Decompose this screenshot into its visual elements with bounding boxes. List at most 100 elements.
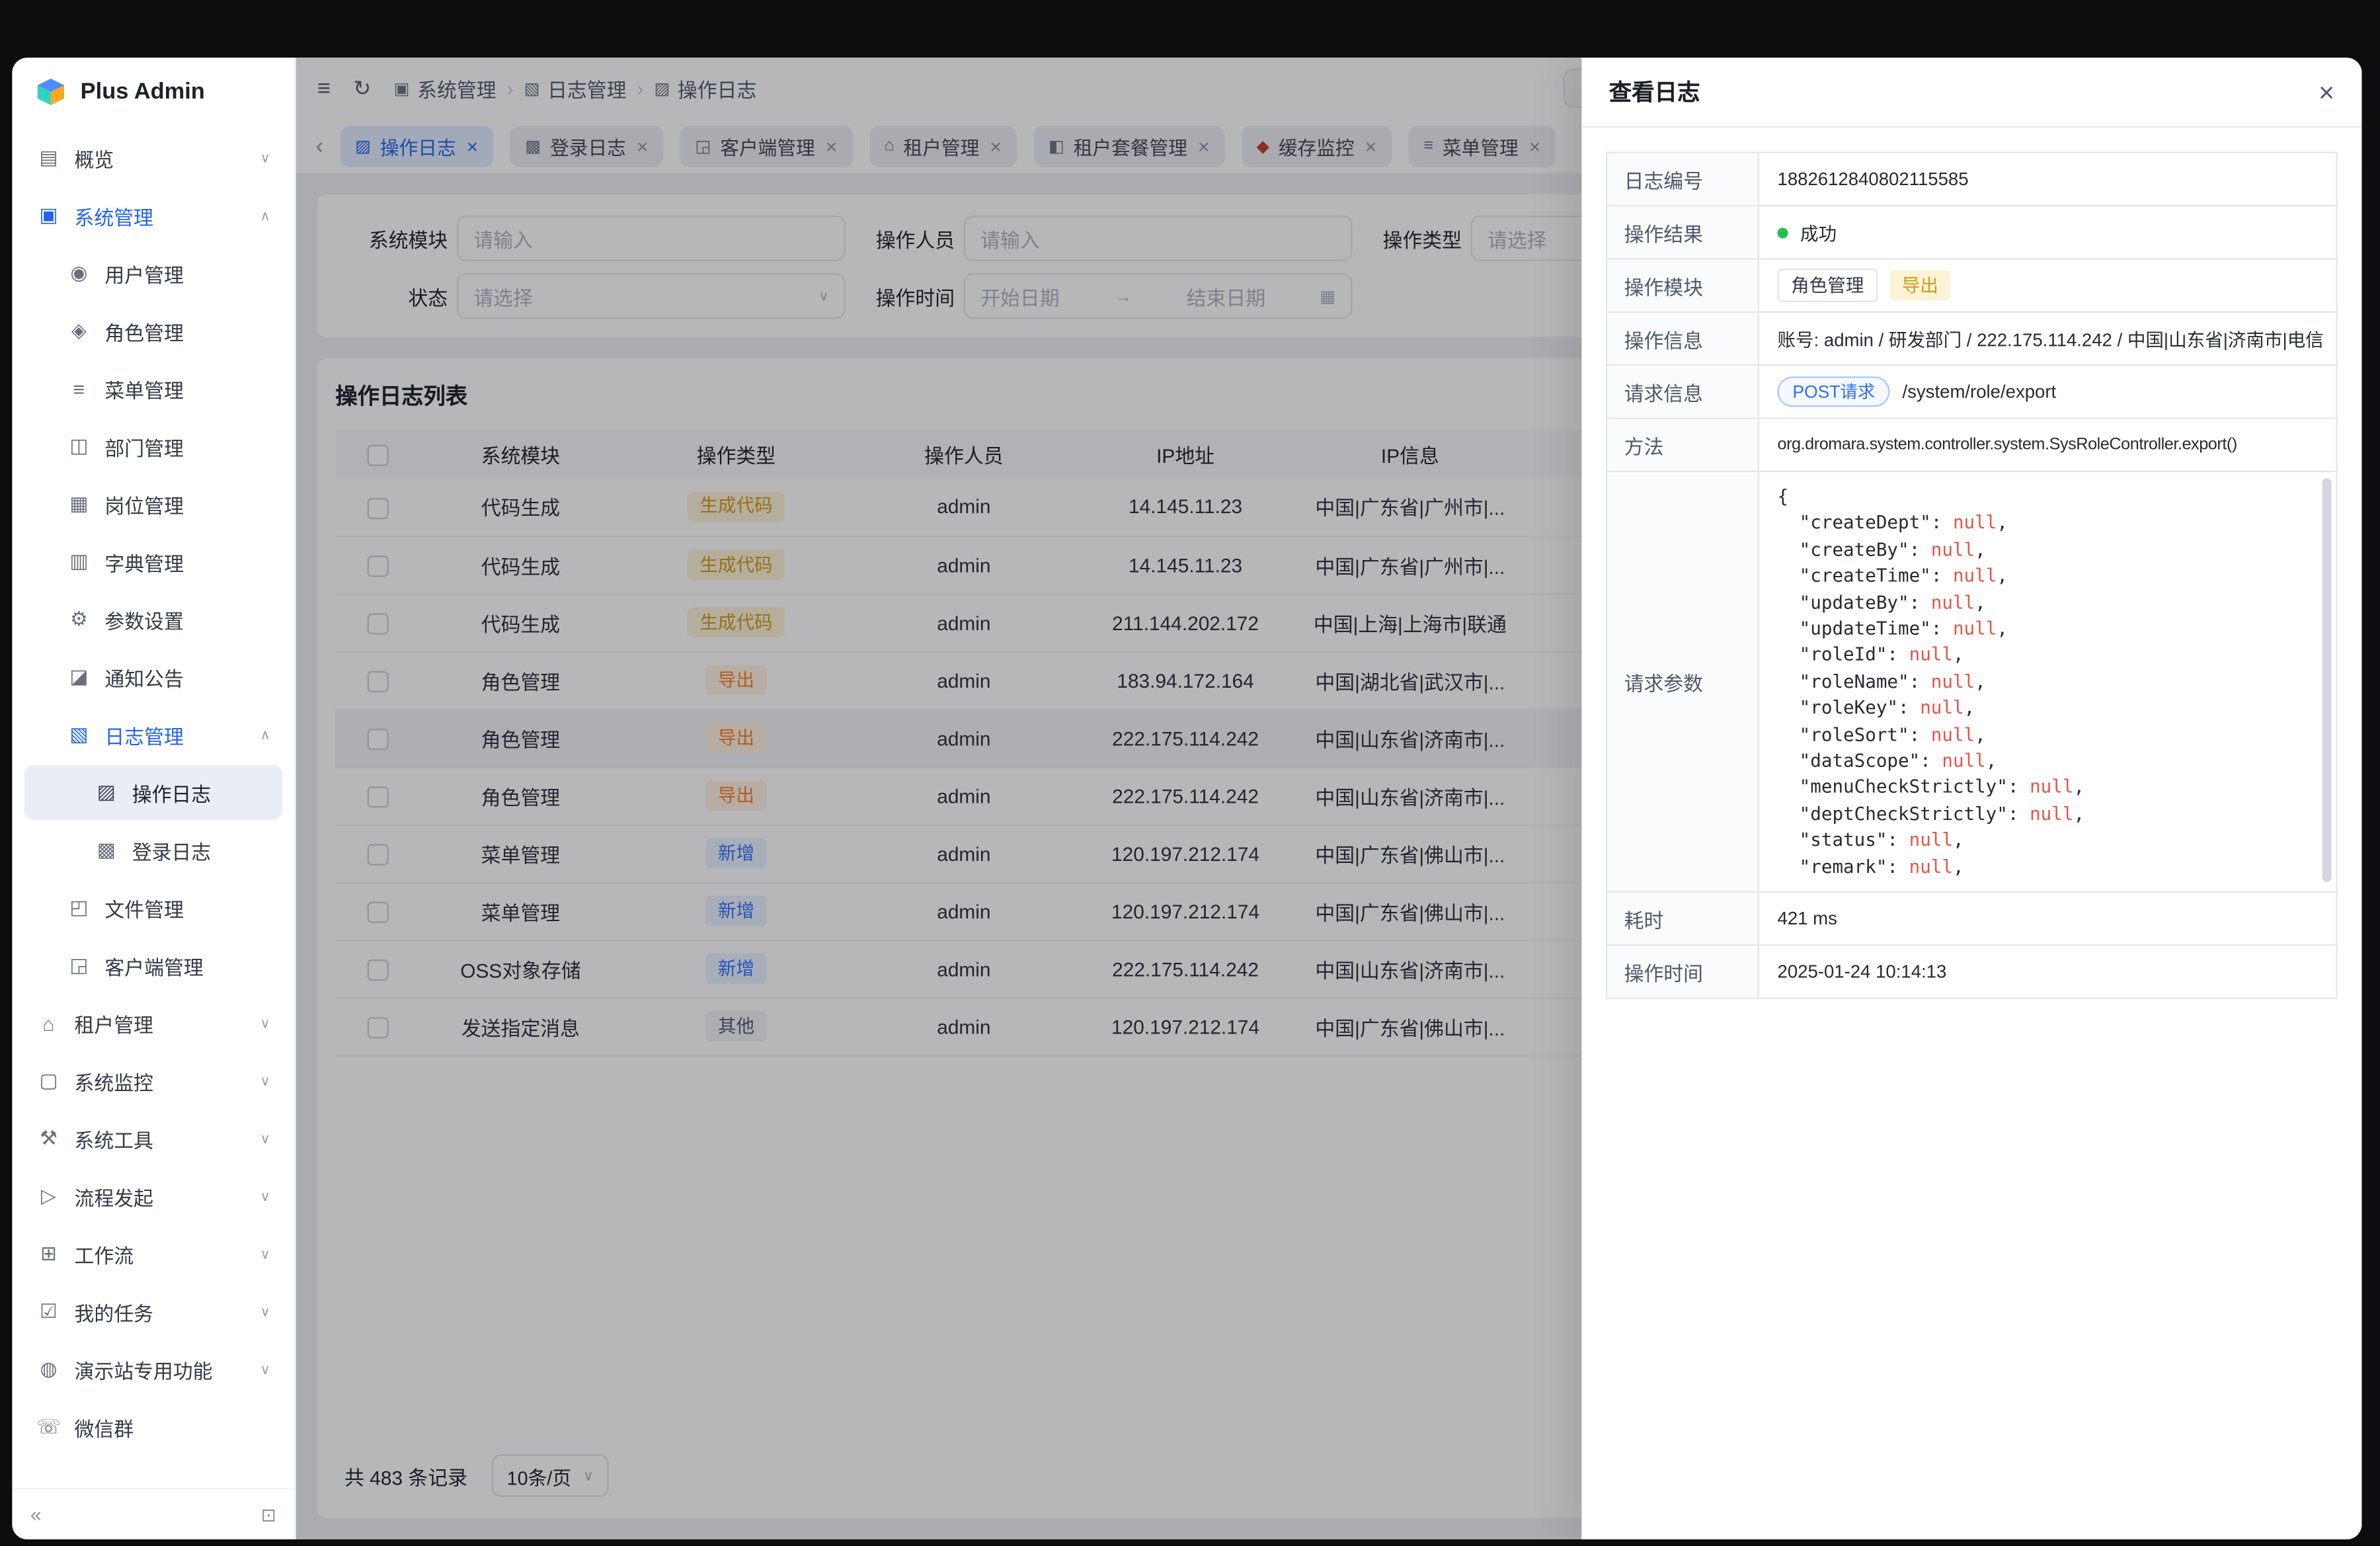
chevron-up-icon: ∧	[260, 727, 270, 743]
request-url: /system/role/export	[1902, 381, 2056, 402]
desktop-background: Plus Admin ▤概览∨▣系统管理∧◉用户管理◈角色管理≡菜单管理◫部门管…	[0, 0, 2380, 1545]
operation-log-icon: ▨	[94, 780, 118, 805]
sidebar-item-system[interactable]: ▣系统管理∧	[24, 188, 282, 243]
sidebar-item-tenant[interactable]: ⌂租户管理∨	[24, 996, 282, 1051]
chevron-up-icon: ∧	[260, 207, 270, 224]
detail-row-params: 请求参数{ "createDept": null, "createBy": nu…	[1607, 472, 2336, 893]
app-logo: Plus Admin	[12, 58, 294, 124]
chevron-down-icon: ∨	[260, 1015, 270, 1032]
layout-toggle-icon[interactable]: ⊡	[261, 1504, 276, 1525]
method-label: 方法	[1607, 419, 1759, 471]
sidebar-item-menus[interactable]: ≡菜单管理	[24, 361, 282, 416]
users-icon: ◉	[67, 261, 91, 286]
sidebar-item-posts[interactable]: ▦岗位管理	[24, 477, 282, 532]
sidebar-item-operation-log[interactable]: ▨操作日志	[24, 765, 282, 820]
log-id-label: 日志编号	[1607, 153, 1759, 205]
sidebar-item-process-start[interactable]: ▷流程发起∨	[24, 1169, 282, 1224]
notice-icon: ◪	[67, 665, 91, 690]
detail-value-params: { "createDept": null, "createBy": null, …	[1759, 472, 2336, 891]
main-area: ≡ ↻ ▣系统管理›▧日志管理›▨操作日志 ‹ ▨操作日志×▩登录日志×◲客户端…	[296, 58, 2362, 1539]
monitor-icon: ▢	[36, 1069, 61, 1093]
sidebar-item-workflow[interactable]: ⊞工作流∨	[24, 1227, 282, 1282]
logo-icon	[35, 75, 67, 107]
app-window: Plus Admin ▤概览∨▣系统管理∧◉用户管理◈角色管理≡菜单管理◫部门管…	[12, 58, 2361, 1539]
detail-value-method: org.dromara.system.controller.system.Sys…	[1759, 419, 2336, 471]
clients-icon: ◲	[67, 954, 91, 978]
detail-row-request: 请求信息POST请求/system/role/export	[1607, 366, 2336, 419]
logs-icon: ▧	[67, 723, 91, 747]
dict-icon: ▥	[67, 549, 91, 574]
drawer-title: 查看日志	[1609, 76, 1700, 108]
sidebar-item-notice[interactable]: ◪通知公告	[24, 650, 282, 705]
sidebar-item-wechat-group[interactable]: ☏微信群	[24, 1400, 282, 1455]
sidebar-item-monitor[interactable]: ▢系统监控∨	[24, 1053, 282, 1108]
detail-row-module: 操作模块角色管理导出	[1607, 260, 2336, 313]
sidebar-menu: ▤概览∨▣系统管理∧◉用户管理◈角色管理≡菜单管理◫部门管理▦岗位管理▥字典管理…	[12, 124, 294, 1488]
params-label: 请求参数	[1607, 472, 1759, 891]
app-title: Plus Admin	[81, 78, 205, 104]
detail-row-time: 操作时间2025-01-24 10:14:13	[1607, 946, 2336, 997]
tools-icon: ⚒	[36, 1127, 61, 1151]
my-tasks-icon: ☑	[36, 1299, 61, 1324]
sidebar-item-depts[interactable]: ◫部门管理	[24, 419, 282, 474]
detail-value-info: 账号: admin / 研发部门 / 222.175.114.242 / 中国|…	[1759, 313, 2336, 364]
login-log-icon: ▩	[94, 838, 118, 862]
sidebar: Plus Admin ▤概览∨▣系统管理∧◉用户管理◈角色管理≡菜单管理◫部门管…	[12, 58, 296, 1539]
demo-features-icon: ◍	[36, 1358, 61, 1382]
sidebar-item-tools[interactable]: ⚒系统工具∨	[24, 1112, 282, 1166]
overview-icon: ▤	[36, 145, 61, 170]
drawer-body: 日志编号1882612840802115585操作结果成功操作模块角色管理导出操…	[1581, 128, 2361, 1024]
wechat-group-icon: ☏	[36, 1415, 61, 1440]
chevron-down-icon: ∨	[260, 1303, 270, 1320]
sidebar-item-params[interactable]: ⚙参数设置	[24, 592, 282, 647]
detail-row-method: 方法org.dromara.system.controller.system.S…	[1607, 419, 2336, 472]
drawer-header: 查看日志 ×	[1581, 58, 2361, 128]
info-label: 操作信息	[1607, 313, 1759, 364]
detail-row-log-id: 日志编号1882612840802115585	[1607, 153, 2336, 206]
duration-label: 耗时	[1607, 893, 1759, 944]
sidebar-item-roles[interactable]: ◈角色管理	[24, 304, 282, 358]
chevron-down-icon: ∨	[260, 1361, 270, 1377]
sidebar-item-clients[interactable]: ◲客户端管理	[24, 938, 282, 993]
params-icon: ⚙	[67, 607, 91, 631]
sidebar-item-files[interactable]: ◰文件管理	[24, 881, 282, 936]
menus-icon: ≡	[67, 378, 91, 400]
log-detail-table: 日志编号1882612840802115585操作结果成功操作模块角色管理导出操…	[1606, 152, 2338, 999]
module-tag: 导出	[1889, 270, 1950, 301]
system-icon: ▣	[36, 204, 61, 228]
module-label: 操作模块	[1607, 260, 1759, 311]
detail-value-module: 角色管理导出	[1759, 260, 2336, 311]
sidebar-item-logs[interactable]: ▧日志管理∧	[24, 708, 282, 762]
detail-value-request: POST请求/system/role/export	[1759, 366, 2336, 417]
scrollbar-thumb[interactable]	[2322, 478, 2332, 882]
collapse-sidebar-icon[interactable]: «	[30, 1503, 42, 1526]
process-start-icon: ▷	[36, 1184, 61, 1209]
close-drawer-icon[interactable]: ×	[2319, 78, 2334, 105]
sidebar-item-overview[interactable]: ▤概览∨	[24, 130, 282, 185]
chevron-down-icon: ∨	[260, 1073, 270, 1089]
chevron-down-icon: ∨	[260, 1130, 270, 1147]
sidebar-item-demo-features[interactable]: ◍演示站专用功能∨	[24, 1342, 282, 1397]
time-label: 操作时间	[1607, 946, 1759, 997]
roles-icon: ◈	[67, 319, 91, 343]
detail-value-result: 成功	[1759, 206, 2336, 258]
detail-value-duration: 421 ms	[1759, 893, 2336, 944]
depts-icon: ◫	[67, 434, 91, 459]
result-label: 操作结果	[1607, 206, 1759, 258]
module-tag: 角色管理	[1777, 268, 1878, 302]
chevron-down-icon: ∨	[260, 149, 270, 166]
posts-icon: ▦	[67, 492, 91, 516]
detail-row-info: 操作信息账号: admin / 研发部门 / 222.175.114.242 /…	[1607, 313, 2336, 366]
chevron-down-icon: ∨	[260, 1246, 270, 1262]
detail-row-duration: 耗时421 ms	[1607, 893, 2336, 946]
view-log-drawer: 查看日志 × 日志编号1882612840802115585操作结果成功操作模块…	[1581, 58, 2361, 1539]
sidebar-item-dict[interactable]: ▥字典管理	[24, 534, 282, 589]
sidebar-item-my-tasks[interactable]: ☑我的任务∨	[24, 1284, 282, 1339]
files-icon: ◰	[67, 896, 91, 920]
sidebar-item-users[interactable]: ◉用户管理	[24, 246, 282, 301]
sidebar-item-login-log[interactable]: ▩登录日志	[24, 823, 282, 877]
request-params-code[interactable]: { "createDept": null, "createBy": null, …	[1759, 472, 2336, 891]
tenant-icon: ⌂	[36, 1012, 61, 1034]
detail-row-result: 操作结果成功	[1607, 206, 2336, 259]
success-dot-icon	[1777, 227, 1788, 237]
